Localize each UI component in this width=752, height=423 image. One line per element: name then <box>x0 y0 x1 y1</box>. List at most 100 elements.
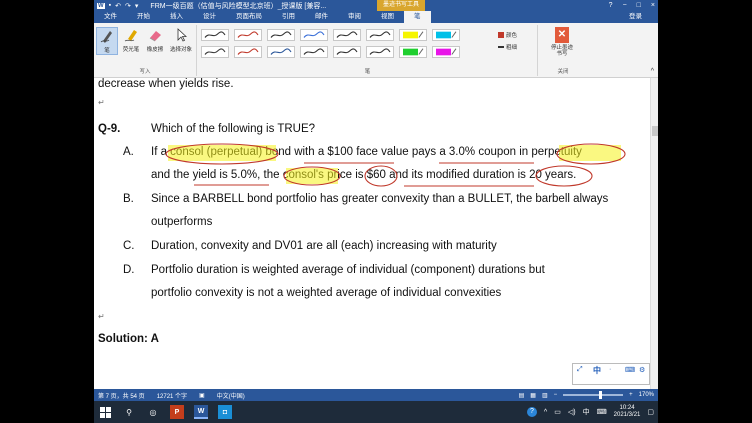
title-bar: W ▪ ↶ ↷ ▾ FRM一级百题（估值与风险模型北京班）_授课版 [兼容...… <box>94 0 658 11</box>
language-indicator[interactable]: 中文(中国) <box>217 391 245 400</box>
pen-swatch[interactable] <box>300 46 328 58</box>
ime-mode[interactable]: 中 <box>593 365 601 376</box>
clock[interactable]: 10:24 2021/3/21 <box>614 405 641 419</box>
pen-swatch[interactable] <box>267 46 295 58</box>
ime-settings-icon[interactable]: ⤢ <box>577 366 583 374</box>
tab-file[interactable]: 文件 <box>94 11 127 23</box>
ime-toolbar[interactable]: 中 ⤢ · ⌨ ⚙ <box>572 363 650 385</box>
ime-more-icon[interactable]: ⚙ <box>639 366 645 374</box>
option-b-line-2: outperforms <box>151 216 213 228</box>
pen-button[interactable]: 笔 <box>96 27 118 55</box>
tab-pens[interactable]: 笔 <box>404 11 431 23</box>
keyboard-icon[interactable]: ⌨ <box>597 408 607 416</box>
web-layout-icon[interactable]: ▥ <box>542 392 548 399</box>
pen-swatch[interactable] <box>201 46 229 58</box>
document-page[interactable]: decrease when yields rise. ↵ Q-9. Which … <box>94 78 650 389</box>
pen-swatch[interactable] <box>432 46 460 58</box>
help-button[interactable]: ? <box>609 0 613 11</box>
pen-swatch[interactable] <box>366 46 394 58</box>
pen-swatch[interactable] <box>399 29 427 41</box>
window-controls: ? − □ × <box>609 0 655 11</box>
save-icon[interactable]: ▪ <box>109 2 111 9</box>
read-mode-icon[interactable]: ▤ <box>519 392 525 399</box>
notification-icon[interactable]: ▢ <box>647 408 654 416</box>
tab-review[interactable]: 审阅 <box>338 11 371 23</box>
zoom-in-icon[interactable]: + <box>629 392 633 398</box>
restore-button[interactable]: □ <box>637 0 641 11</box>
close-button[interactable]: × <box>651 0 655 11</box>
collapse-ribbon-icon[interactable]: ^ <box>651 68 654 75</box>
pens-group-label: 笔 <box>364 69 371 75</box>
pen-swatch[interactable] <box>333 29 361 41</box>
ime-keyboard-icon[interactable]: ⌨ <box>625 366 635 374</box>
status-right: ▤ ▦ ▥ − + 170% <box>519 391 654 399</box>
zoom-out-icon[interactable]: − <box>554 392 558 398</box>
zoom-slider[interactable] <box>563 391 624 399</box>
app-icon[interactable]: ◘ <box>218 405 232 419</box>
pen-weight-label: 粗细 <box>506 45 518 51</box>
search-icon[interactable]: ⚲ <box>122 405 136 419</box>
tab-layout[interactable]: 页面布局 <box>226 11 272 23</box>
pen-weight-control[interactable]: 粗细 <box>498 43 517 51</box>
option-a-line-1: If a consol (perpetual) bond with a $100… <box>151 146 582 158</box>
question-text: Which of the following is TRUE? <box>151 123 316 135</box>
previous-text: decrease when yields rise. <box>98 78 234 90</box>
close-group: ✕ 停止墨迹书写 关闭 <box>539 25 587 76</box>
eraser-button[interactable]: 橡皮擦 <box>144 27 166 53</box>
pen-swatch[interactable] <box>300 29 328 41</box>
tab-references[interactable]: 引用 <box>272 11 305 23</box>
paragraph-mark: ↵ <box>98 98 105 107</box>
start-windows-icon[interactable] <box>98 405 112 419</box>
tab-insert[interactable]: 插入 <box>160 11 193 23</box>
minimize-button[interactable]: − <box>623 0 627 11</box>
ime-punct-icon[interactable]: · <box>609 366 611 373</box>
proofing-icon[interactable]: ▣ <box>199 392 205 399</box>
pen-swatch[interactable] <box>399 46 427 58</box>
select-objects-button[interactable]: 选择对象 <box>168 27 194 53</box>
zoom-thumb[interactable] <box>599 391 603 399</box>
word-count[interactable]: 12721 个字 <box>157 391 187 400</box>
eraser-button-label: 橡皮擦 <box>146 47 164 53</box>
pen-swatch[interactable] <box>234 46 262 58</box>
option-c-line-1: Duration, convexity and DV01 are all (ea… <box>151 240 497 252</box>
option-d-line-2: portfolio convexity is not a weighted av… <box>151 287 502 299</box>
stop-inking-button[interactable]: ✕ 停止墨迹书写 <box>547 27 577 57</box>
tab-home[interactable]: 开始 <box>127 11 160 23</box>
option-c-letter: C. <box>123 240 135 252</box>
status-bar: 第 7 页，共 54 页 12721 个字 ▣ 中文(中国) ▤ ▦ ▥ − +… <box>94 389 658 401</box>
page-count[interactable]: 第 7 页，共 54 页 <box>98 391 145 400</box>
pen-swatch[interactable] <box>432 29 460 41</box>
redo-icon[interactable]: ↷ <box>125 2 131 10</box>
tab-view[interactable]: 视图 <box>371 11 404 23</box>
pen-swatch[interactable] <box>201 29 229 41</box>
highlighter-button[interactable]: 荧光笔 <box>120 27 142 53</box>
network-icon[interactable]: ▭ <box>554 408 561 416</box>
quick-access-toolbar: W ▪ ↶ ↷ ▾ <box>97 2 138 10</box>
powerpoint-icon[interactable]: P <box>170 405 184 419</box>
ime-language[interactable]: 中 <box>583 407 590 417</box>
volume-icon[interactable]: ◁) <box>568 408 576 416</box>
option-b-letter: B. <box>123 193 134 205</box>
select-objects-label: 选择对象 <box>169 47 192 53</box>
pen-swatch[interactable] <box>366 29 394 41</box>
zoom-level[interactable]: 170% <box>639 392 654 398</box>
pen-swatch[interactable] <box>267 29 295 41</box>
tab-design[interactable]: 设计 <box>193 11 226 23</box>
help-tray-icon[interactable]: ? <box>526 407 537 417</box>
tab-mailings[interactable]: 邮件 <box>305 11 338 23</box>
pen-swatch[interactable] <box>234 29 262 41</box>
pen-color-control[interactable]: 颜色 <box>498 31 517 39</box>
scroll-thumb[interactable] <box>652 126 658 136</box>
option-b-line-1: Since a BARBELL bond portfolio has great… <box>151 193 609 205</box>
pen-swatch[interactable] <box>333 46 361 58</box>
print-layout-icon[interactable]: ▦ <box>530 392 536 399</box>
undo-icon[interactable]: ↶ <box>115 2 121 10</box>
task-view-icon[interactable]: ◎ <box>146 405 160 419</box>
option-a-letter: A. <box>123 146 134 158</box>
word-icon[interactable]: W <box>194 405 208 419</box>
customize-icon[interactable]: ▾ <box>135 2 139 10</box>
login-link[interactable]: 登录 <box>629 11 642 23</box>
stop-inking-icon: ✕ <box>555 27 569 43</box>
chevron-up-icon[interactable]: ^ <box>544 409 547 416</box>
vertical-scrollbar[interactable] <box>650 78 658 389</box>
